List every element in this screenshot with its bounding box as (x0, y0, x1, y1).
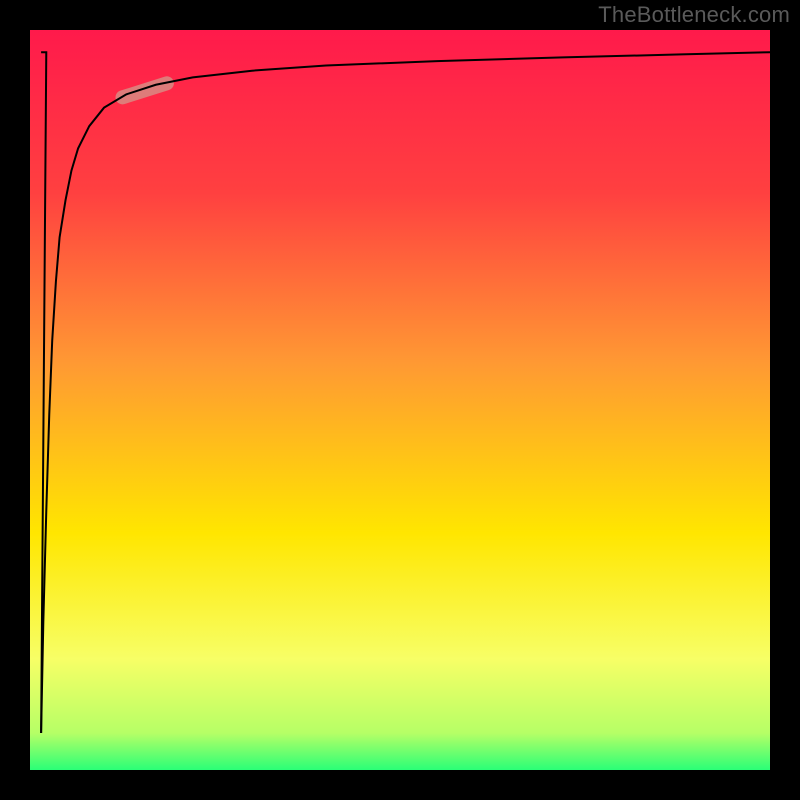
bottleneck-chart (0, 0, 800, 800)
watermark-text: TheBottleneck.com (598, 2, 790, 28)
axis-frame-right (770, 0, 800, 800)
plot-background (30, 30, 770, 770)
axis-frame-left (0, 0, 30, 800)
axis-frame-bottom (0, 770, 800, 800)
